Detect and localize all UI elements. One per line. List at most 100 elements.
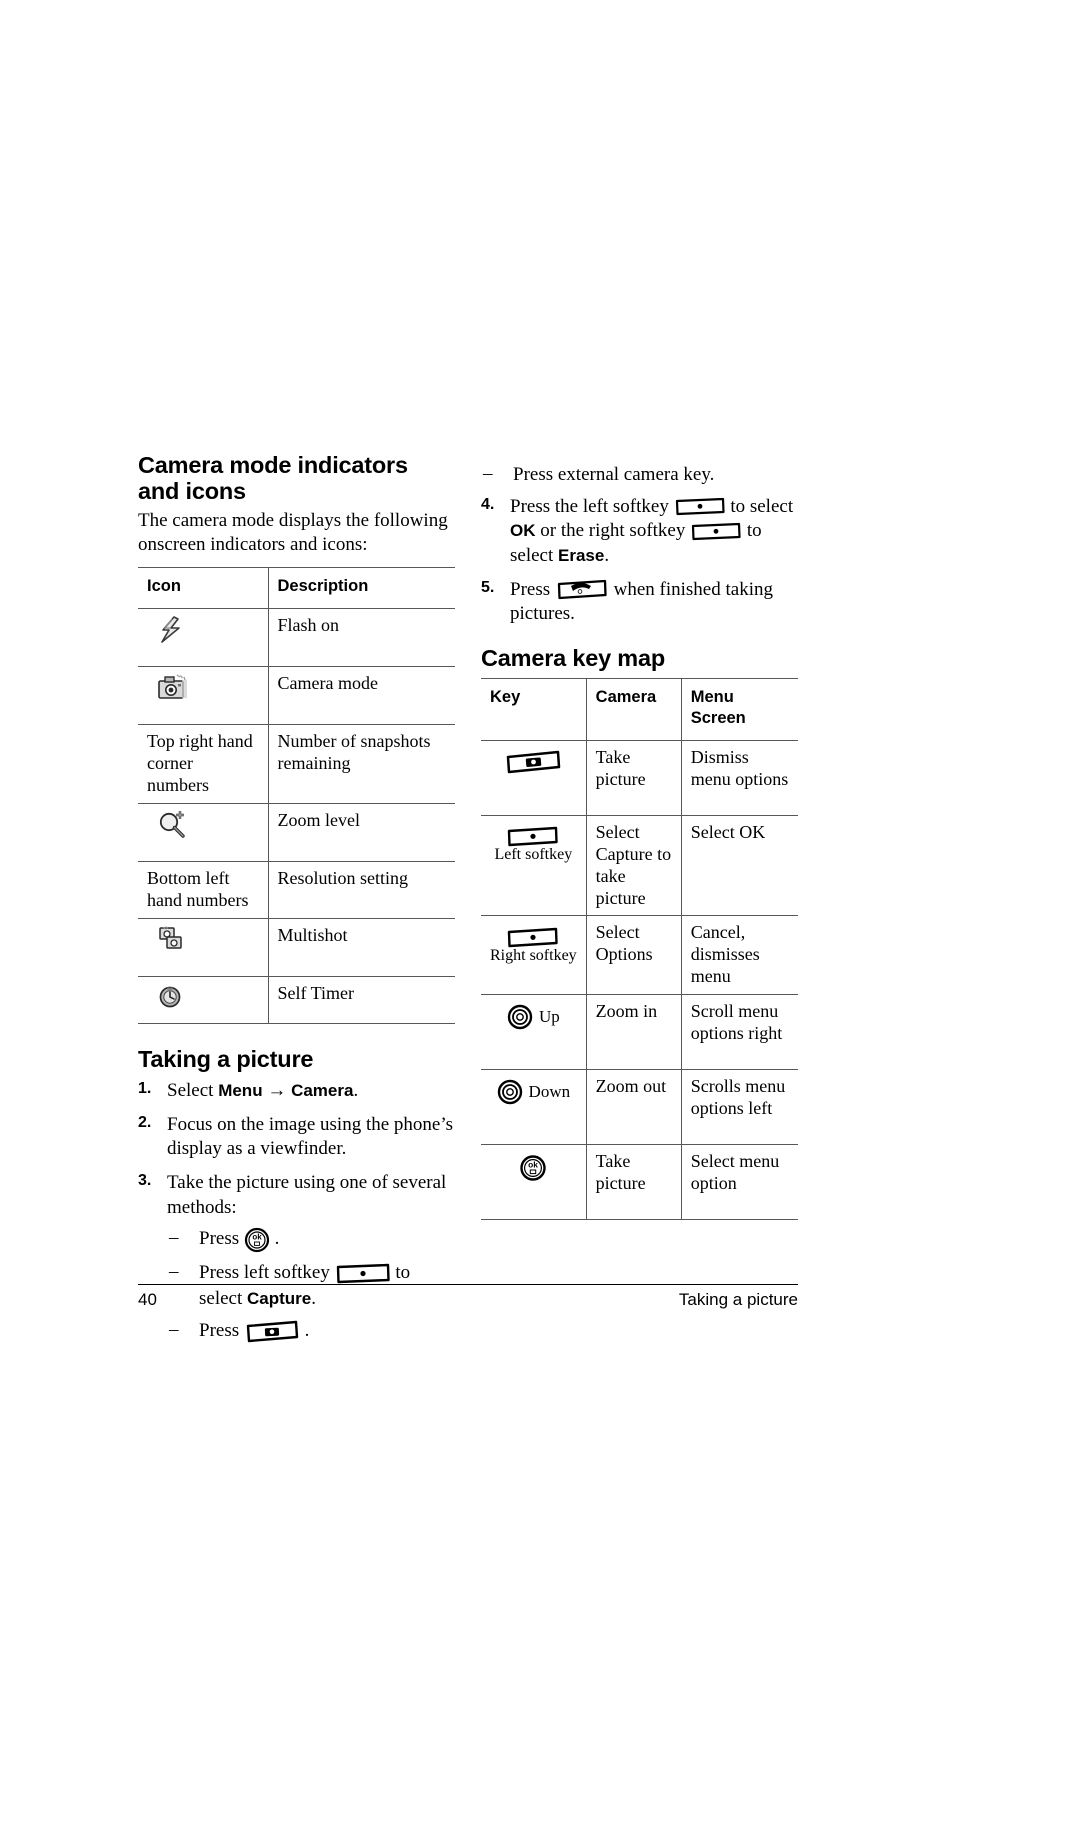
step4-seg5: .	[604, 545, 610, 567]
step-number: 4.	[481, 495, 495, 513]
table-row: Top right hand corner numbers Number of …	[138, 724, 455, 804]
menu-screen-cell: Cancel, dismisses menu	[680, 915, 798, 996]
camera-key-map-table: Key Camera Menu Screen Take picture Dism…	[481, 678, 798, 1221]
key-cell: ok	[481, 1144, 587, 1221]
camera-bold: Camera	[291, 1081, 354, 1101]
arrow-glyph: →	[267, 1080, 287, 1102]
menu-screen-cell: Scrolls menu options left	[680, 1069, 798, 1146]
substep-press-camera-key: – Press .	[167, 1318, 455, 1344]
nav-ring-icon	[507, 1004, 533, 1030]
menu-bold: Menu	[218, 1081, 263, 1101]
step-1: 1. Select Menu → Camera.	[138, 1079, 455, 1104]
step4-seg2: to select	[730, 495, 794, 517]
icon-cell	[138, 976, 269, 1024]
step-text: Take the picture using one of several me…	[167, 1172, 447, 1218]
substep-text: Press external camera key.	[513, 464, 715, 485]
description-cell: Number of snapshots remaining	[267, 724, 455, 804]
table-row: Multishot	[138, 918, 455, 977]
description-cell: Resolution setting	[267, 861, 455, 919]
camera-key-map-heading: Camera key map	[481, 645, 666, 672]
table-header-row: Key Camera Menu Screen	[481, 678, 798, 741]
table-row: Left softkey Select Capture to take pict…	[481, 815, 798, 917]
substep-press-external-camera-key: – Press external camera key.	[481, 462, 798, 488]
svg-text:ok: ok	[252, 1233, 262, 1242]
key-cell: Down	[481, 1069, 587, 1146]
table-row: ok Take picture Select menu option	[481, 1144, 798, 1221]
key-cell	[481, 739, 587, 816]
continued-substep-list: – Press external camera key.	[481, 462, 798, 488]
key-icon-with-label: Up	[490, 1004, 577, 1030]
icon-cell	[138, 918, 269, 977]
svg-text:ok: ok	[528, 1160, 538, 1170]
col-header-description: Description	[267, 566, 455, 610]
icon-text-cell: Top right hand corner numbers	[138, 724, 269, 804]
icon-cell	[138, 608, 269, 667]
key-caption: Left softkey	[494, 846, 573, 864]
camera-mode-indicators-heading: Camera mode indicators and icons	[138, 452, 408, 505]
softkey-icon	[506, 927, 560, 948]
col-header-icon: Icon	[138, 566, 269, 610]
camera-cell: Zoom in	[585, 994, 682, 1071]
dash-bullet: –	[169, 1227, 179, 1249]
camera-key-icon	[244, 1320, 300, 1344]
softkey-icon	[335, 1263, 391, 1285]
table-row: Down Zoom out Scrolls menu options left	[481, 1069, 798, 1146]
dash-bullet: –	[169, 1319, 179, 1341]
table-row: Take picture Dismiss menu options	[481, 739, 798, 816]
camera-cell: Zoom out	[585, 1069, 682, 1146]
step-number: 1.	[138, 1080, 152, 1098]
key-cell: Right softkey	[481, 915, 587, 996]
col-header-menu-screen: Menu Screen	[680, 678, 798, 741]
table-row: Self Timer	[138, 976, 455, 1024]
page-content: Camera mode indicators and icons The cam…	[138, 452, 798, 1343]
substep-tail: .	[274, 1228, 280, 1250]
erase-bold: Erase	[558, 546, 605, 566]
self-timer-icon	[158, 984, 184, 1016]
footer-row: 40 Taking a picture	[138, 1285, 798, 1310]
step-text: Select Menu → Camera.	[167, 1080, 359, 1102]
right-column: – Press external camera key. 4. Press th…	[481, 452, 798, 1221]
page-footer: 40 Taking a picture	[138, 1284, 798, 1310]
left-column: Camera mode indicators and icons The cam…	[138, 452, 455, 1353]
description-cell: Flash on	[267, 608, 455, 667]
description-cell: Camera mode	[267, 666, 455, 725]
key-cell: Left softkey	[481, 815, 587, 917]
substep-text: Press	[199, 1320, 240, 1342]
icon-cell	[138, 666, 269, 725]
step-text: Focus on the image using the phone’s dis…	[167, 1113, 454, 1160]
period: .	[353, 1080, 359, 1102]
description-cell: Multishot	[267, 918, 455, 977]
camera-cell: Select Capture to take picture	[585, 815, 682, 917]
step-number: 5.	[481, 578, 495, 596]
substep-press-ok: – Press ok .	[167, 1226, 455, 1253]
menu-screen-cell: Select menu option	[680, 1144, 798, 1221]
col-header-key: Key	[481, 678, 587, 741]
camera-cell: Select Options	[585, 915, 682, 996]
dash-bullet: –	[483, 463, 493, 484]
menu-screen-cell: Select OK	[680, 815, 798, 917]
dash-bullet: –	[169, 1261, 179, 1283]
table-row: Right softkey Select Options Cancel, dis…	[481, 915, 798, 996]
multishot-icon	[158, 925, 188, 960]
step-text: Press when finished taking pictures.	[510, 579, 773, 625]
step-number: 2.	[138, 1113, 152, 1131]
icon-cell	[138, 803, 269, 862]
step4-seg1: Press the left softkey	[510, 495, 669, 517]
table-row: Up Zoom in Scroll menu options right	[481, 994, 798, 1071]
table-header-row: Icon Description	[138, 566, 455, 610]
substep-text: Press	[199, 1228, 240, 1250]
substep-text: Press left softkey	[199, 1262, 330, 1284]
document-page: Camera mode indicators and icons The cam…	[0, 0, 1080, 1827]
substep-tail: .	[304, 1320, 310, 1342]
table-row: Camera mode	[138, 666, 455, 725]
nav-ring-icon	[497, 1079, 523, 1105]
description-cell: Zoom level	[267, 803, 455, 862]
softkey-icon	[674, 497, 726, 517]
ok-key-icon: ok	[519, 1154, 547, 1182]
step-number: 3.	[138, 1172, 152, 1190]
softkey-icon	[506, 826, 560, 847]
zoom-icon	[158, 810, 188, 845]
key-caption: Right softkey	[490, 946, 577, 964]
camera-key-icon	[504, 750, 562, 775]
step-2: 2. Focus on the image using the phone’s …	[138, 1113, 455, 1162]
